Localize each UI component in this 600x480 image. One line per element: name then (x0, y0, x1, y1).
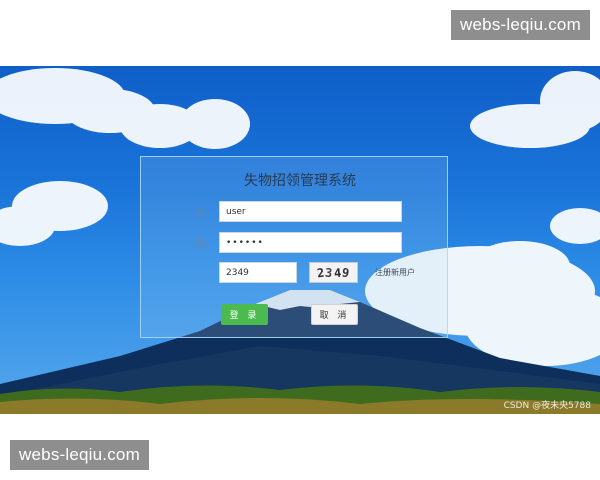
captcha-input[interactable]: 2349 (219, 262, 297, 283)
login-button[interactable]: 登 录 (221, 304, 268, 325)
username-input[interactable]: user (219, 201, 402, 222)
cancel-button[interactable]: 取 消 (311, 304, 358, 325)
captcha-char: 9 (340, 264, 352, 281)
watermark-bottom: webs-leqiu.com (10, 440, 149, 470)
lock-icon (194, 236, 206, 248)
credit-text: CSDN @夜未央5788 (503, 401, 591, 411)
captcha-image[interactable]: 2349 (309, 262, 358, 283)
password-input[interactable]: •••••• (219, 232, 402, 253)
user-icon (194, 206, 206, 218)
watermark-top: webs-leqiu.com (451, 10, 590, 40)
register-link[interactable]: 注册新用户 (375, 267, 415, 278)
page-title: 失物招领管理系统 (244, 173, 356, 189)
